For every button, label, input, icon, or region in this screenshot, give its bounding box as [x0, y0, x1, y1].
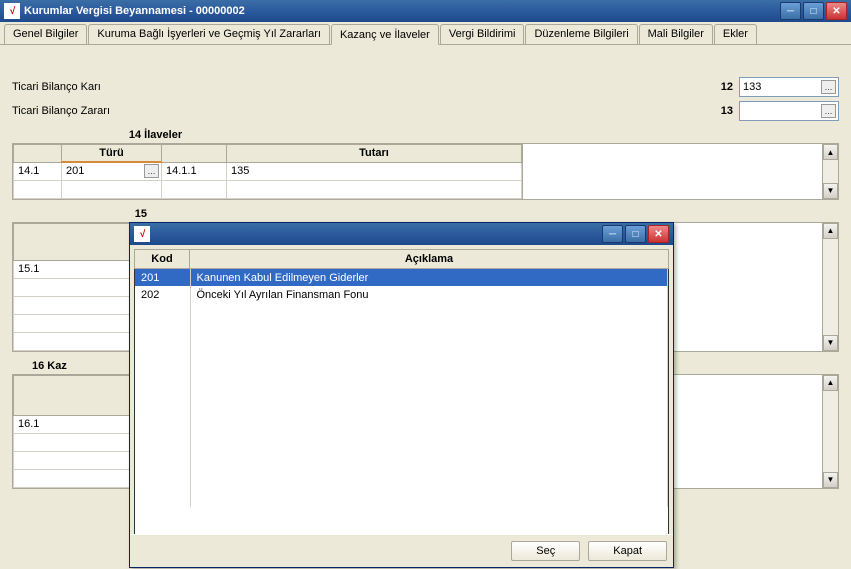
grid14-header-blank	[14, 145, 62, 163]
ticari-kar-input[interactable]: 133 …	[739, 77, 839, 97]
ticari-kar-label: Ticari Bilanço Karı	[12, 81, 101, 93]
scroll-down-button[interactable]: ▼	[823, 335, 838, 351]
section-14-title: 14 İlaveler	[0, 129, 839, 141]
lookup-kod: 201	[135, 269, 190, 286]
lookup-aciklama: Kanunen Kabul Edilmeyen Giderler	[190, 269, 668, 286]
grid14-idx: 14.1	[14, 162, 62, 180]
field-number-12: 12	[721, 81, 733, 93]
grid15-idx: 15.1	[14, 260, 133, 278]
lookup-grid: Kod Açıklama	[134, 249, 669, 269]
dialog-titlebar: √ ─ □ ✕	[130, 223, 673, 245]
lookup-header-aciklama: Açıklama	[190, 250, 669, 269]
close-dialog-button[interactable]: Kapat	[588, 541, 667, 561]
ticari-kar-value: 133	[743, 81, 761, 93]
grid14-row[interactable]: 14.1 201 … 14.1.1 135	[14, 162, 522, 180]
grid14-scrollbar[interactable]: ▲ ▼	[822, 144, 838, 199]
lookup-header-kod: Kod	[135, 250, 190, 269]
tab-strip: Genel Bilgiler Kuruma Bağlı İşyerleri ve…	[0, 22, 851, 45]
lookup-kod: 202	[135, 286, 190, 303]
close-button[interactable]: ✕	[826, 2, 847, 20]
scroll-up-button[interactable]: ▲	[823, 375, 838, 391]
app-icon: √	[4, 3, 20, 19]
grid-14: Türü Tutarı 14.1 201 … 14.1.1 135 ▲ ▼	[12, 143, 839, 200]
tab-isyerleri-zararlar[interactable]: Kuruma Bağlı İşyerleri ve Geçmiş Yıl Zar…	[88, 24, 330, 44]
grid14-header-tutari: Tutarı	[227, 145, 522, 163]
grid14-turu-lookup-button[interactable]: …	[144, 164, 159, 178]
ticari-zarar-label: Ticari Bilanço Zararı	[12, 105, 110, 117]
dialog-icon: √	[134, 226, 150, 242]
grid14-header-blank2	[162, 145, 227, 163]
dialog-body: Kod Açıklama 201 Kanunen Kabul Edilmeyen…	[130, 245, 673, 534]
minimize-button[interactable]: ─	[780, 2, 801, 20]
grid14-sub: 14.1.1	[162, 162, 227, 180]
grid16-header-blank	[14, 375, 133, 415]
lookup-row[interactable]: 202 Önceki Yıl Ayrılan Finansman Fonu	[135, 286, 668, 303]
tab-mali-bilgiler[interactable]: Mali Bilgiler	[639, 24, 713, 44]
maximize-button[interactable]: □	[803, 2, 824, 20]
scroll-down-button[interactable]: ▼	[823, 183, 838, 199]
field-number-13: 13	[721, 105, 733, 117]
ticari-zarar-input[interactable]: …	[739, 101, 839, 121]
ticari-kar-lookup-button[interactable]: …	[821, 80, 836, 94]
grid15-header-blank	[14, 223, 133, 260]
scroll-up-button[interactable]: ▲	[823, 144, 838, 160]
window-titlebar: √ Kurumlar Vergisi Beyannamesi - 0000000…	[0, 0, 851, 22]
scroll-up-button[interactable]: ▲	[823, 223, 838, 239]
lookup-row[interactable]: 201 Kanunen Kabul Edilmeyen Giderler	[135, 269, 668, 286]
tab-duzenleme-bilgileri[interactable]: Düzenleme Bilgileri	[525, 24, 637, 44]
select-button[interactable]: Seç	[511, 541, 580, 561]
grid15-scrollbar[interactable]: ▲ ▼	[822, 223, 838, 351]
ticari-zarar-lookup-button[interactable]: …	[821, 104, 836, 118]
grid14-header-turu: Türü	[62, 145, 162, 163]
dialog-minimize-button[interactable]: ─	[602, 225, 623, 243]
lookup-dialog: √ ─ □ ✕ Kod Açıklama 201 Kanunen Kabul E…	[129, 222, 674, 568]
tab-vergi-bildirimi[interactable]: Vergi Bildirimi	[440, 24, 525, 44]
section-15-title: 15	[32, 208, 147, 220]
window-title: Kurumlar Vergisi Beyannamesi - 00000002	[24, 5, 780, 17]
scroll-down-button[interactable]: ▼	[823, 472, 838, 488]
dialog-maximize-button[interactable]: □	[625, 225, 646, 243]
dialog-close-button[interactable]: ✕	[648, 225, 669, 243]
tab-genel-bilgiler[interactable]: Genel Bilgiler	[4, 24, 87, 44]
lookup-aciklama: Önceki Yıl Ayrılan Finansman Fonu	[190, 286, 668, 303]
grid14-turu-cell[interactable]: 201 …	[62, 162, 162, 180]
grid14-tutar[interactable]: 135	[227, 162, 522, 180]
tab-kazanc-ilaveler[interactable]: Kazanç ve İlaveler	[331, 24, 439, 45]
grid16-idx: 16.1	[14, 415, 133, 433]
dialog-footer: Seç Kapat	[130, 534, 673, 567]
tab-ekler[interactable]: Ekler	[714, 24, 757, 44]
grid16-scrollbar[interactable]: ▲ ▼	[822, 375, 838, 488]
